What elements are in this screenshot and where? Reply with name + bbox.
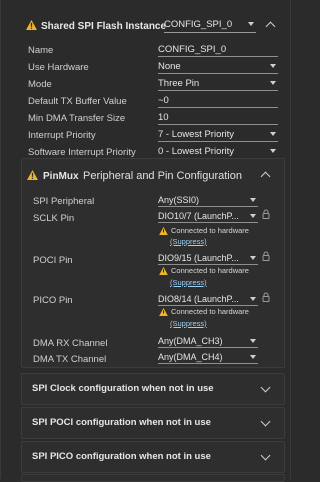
interrupt-priority-label: Interrupt Priority [28,130,96,141]
chevron-down-icon [250,214,256,218]
chevron-down-icon [248,22,254,26]
instance-select[interactable]: CONFIG_SPI_0 [164,17,256,33]
lock-icon[interactable] [262,251,270,261]
pico-value: DIO8/14 (LaunchP... [158,293,239,304]
dma-rx-value: Any(DMA_CH3) [158,335,223,346]
spi-peripheral-label: SPI Peripheral [33,196,95,207]
suppress-link[interactable]: (Suppress) [170,319,207,328]
section-title: Shared SPI Flash Instance [41,21,167,32]
pinmux-subtitle: Peripheral and Pin Configuration [83,170,242,182]
dma-rx-label: DMA RX Channel [33,338,108,349]
warning-icon [159,226,168,235]
tx-buffer-value: ~0 [158,94,169,106]
section-title: SPI POCI configuration when not in use [32,417,211,428]
expand-icon[interactable] [260,382,271,393]
chevron-down-icon [270,132,276,136]
tx-buffer-input[interactable]: ~0 [158,93,278,108]
connected-note: Connected to hardware [159,226,249,235]
mode-select[interactable]: Three Pin [158,76,278,91]
spi-peripheral-select[interactable]: Any(SSI0) [158,193,258,207]
collapse-icon[interactable] [265,21,276,32]
connected-note-text: Connected to hardware [171,307,249,316]
warning-icon [27,170,38,180]
chevron-down-icon [250,256,256,260]
dma-rx-select[interactable]: Any(DMA_CH3) [158,334,258,348]
warning-icon [26,20,37,30]
sw-interrupt-priority-value: 0 - Lowest Priority [158,145,235,157]
lock-icon[interactable] [262,292,270,302]
chevron-down-icon [250,355,256,359]
mode-value: Three Pin [158,77,200,89]
mode-label: Mode [28,79,52,90]
chevron-down-icon [270,64,276,68]
suppress-link[interactable]: (Suppress) [170,278,207,287]
section-partial[interactable] [21,474,285,482]
min-dma-input[interactable]: 10 [158,110,278,125]
settings-panel: Shared SPI Flash Instance CONFIG_SPI_0 N… [0,0,291,482]
section-title: SPI Clock configuration when not in use [32,383,214,394]
connected-note: Connected to hardware [159,266,249,275]
warning-icon [159,307,168,316]
suppress-link[interactable]: (Suppress) [170,237,207,246]
sw-interrupt-priority-label: Software Interrupt Priority [28,147,136,158]
dma-tx-value: Any(DMA_CH4) [158,351,223,362]
connected-note-text: Connected to hardware [171,226,249,235]
poci-label: POCI Pin [33,255,73,266]
name-input[interactable]: CONFIG_SPI_0 [158,42,278,57]
spi-peripheral-value: Any(SSI0) [158,194,200,205]
dma-tx-label: DMA TX Channel [33,354,107,365]
poci-value: DIO9/15 (LaunchP... [158,252,239,263]
min-dma-value: 10 [158,111,169,123]
sw-interrupt-priority-select[interactable]: 0 - Lowest Priority [158,144,278,159]
instance-select-value: CONFIG_SPI_0 [164,19,233,30]
connected-note: Connected to hardware [159,307,249,316]
min-dma-label: Min DMA Transfer Size [28,113,126,124]
section-spi-pico-unused[interactable]: SPI PICO configuration when not in use [21,441,285,473]
section-spi-poci-unused[interactable]: SPI POCI configuration when not in use [21,407,285,439]
pinmux-title: PinMux [43,171,79,182]
connected-note-text: Connected to hardware [171,266,249,275]
lock-icon[interactable] [262,209,270,219]
chevron-down-icon [270,149,276,153]
interrupt-priority-value: 7 - Lowest Priority [158,128,235,140]
sclk-label: SCLK Pin [33,213,75,224]
sclk-select[interactable]: DIO10/7 (LaunchP... [158,209,258,223]
interrupt-priority-select[interactable]: 7 - Lowest Priority [158,127,278,142]
chevron-down-icon [250,339,256,343]
chevron-down-icon [250,198,256,202]
section-title: SPI PICO configuration when not in use [32,451,211,462]
use-hardware-select[interactable]: None [158,59,278,74]
use-hardware-value: None [158,60,181,72]
name-label: Name [28,45,54,56]
tx-buffer-label: Default TX Buffer Value [28,96,127,107]
expand-icon[interactable] [260,416,271,427]
pico-label: PICO Pin [33,295,73,306]
name-input-value: CONFIG_SPI_0 [158,43,227,55]
poci-select[interactable]: DIO9/15 (LaunchP... [158,251,258,265]
chevron-down-icon [250,297,256,301]
sclk-value: DIO10/7 (LaunchP... [158,210,239,221]
chevron-down-icon [270,81,276,85]
section-spi-clock-unused[interactable]: SPI Clock configuration when not in use [21,373,285,405]
use-hardware-label: Use Hardware [28,62,89,73]
dma-tx-select[interactable]: Any(DMA_CH4) [158,350,258,364]
pico-select[interactable]: DIO8/14 (LaunchP... [158,292,258,306]
expand-icon[interactable] [260,450,271,461]
warning-icon [159,266,168,275]
